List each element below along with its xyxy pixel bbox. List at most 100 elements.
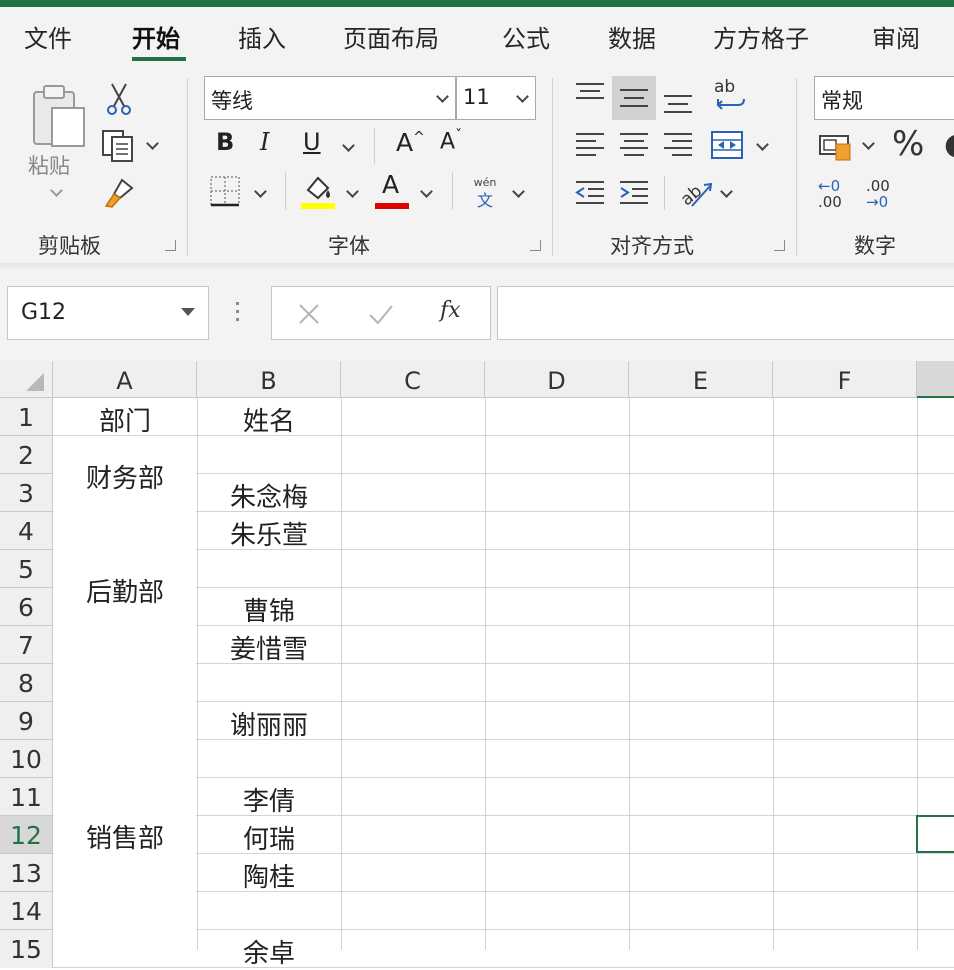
cell-b15[interactable]: 余卓 [197,933,341,970]
copy-button[interactable] [100,128,162,164]
tab-data[interactable]: 数据 [608,19,656,54]
formula-bar-grip-icon[interactable] [236,302,240,324]
align-left-icon[interactable] [574,130,606,160]
shrink-font-button[interactable]: Aˇ [440,128,462,154]
cell-b3[interactable]: 朱念梅 [197,477,341,514]
align-center-icon[interactable] [618,130,650,160]
phonetic-button[interactable]: wén 文 [470,176,500,212]
column-header-g[interactable] [917,361,954,398]
cut-button[interactable] [104,82,134,116]
column-header-e[interactable]: E [629,361,773,398]
font-name-value: 等线 [211,89,253,113]
align-middle-button[interactable] [612,76,656,120]
cell-b12[interactable]: 何瑞 [197,819,341,856]
cell-a1[interactable]: 部门 [53,401,197,438]
merged-cell-a8-a15[interactable] [54,665,196,950]
tab-file[interactable]: 文件 [24,19,72,54]
accounting-format-button[interactable] [816,128,880,164]
formula-input[interactable] [497,286,954,340]
increase-decimal-button[interactable]: ←0 .00 [818,178,858,212]
column-header-b[interactable]: B [197,361,341,398]
row-header-1[interactable]: 1 [0,398,53,436]
tab-home[interactable]: 开始 [132,19,180,54]
insert-function-icon[interactable]: fx [440,298,461,323]
tab-page-layout[interactable]: 页面布局 [343,19,439,54]
cell-b9[interactable]: 谢丽丽 [197,705,341,742]
comma-style-icon[interactable]: ● [944,132,954,162]
column-gridline [341,398,342,950]
row-header-7[interactable]: 7 [0,626,53,664]
format-painter-button[interactable] [102,176,136,210]
cell-a2[interactable]: 财务部 [53,458,197,495]
column-gridline [485,398,486,950]
row-header-11[interactable]: 11 [0,778,53,816]
increase-decimal-top: ←0 [818,177,841,195]
cell-b6[interactable]: 曹锦 [197,591,341,628]
font-color-button[interactable]: A [374,170,410,212]
row-header-3[interactable]: 3 [0,474,53,512]
row-header-4[interactable]: 4 [0,512,53,550]
cell-b1[interactable]: 姓名 [197,401,341,438]
alignment-launcher-icon[interactable] [774,240,785,251]
row-header-8[interactable]: 8 [0,664,53,702]
font-launcher-icon[interactable] [530,240,541,251]
select-all-button[interactable] [0,361,53,398]
borders-button[interactable] [208,174,242,208]
tab-fangfanggezi[interactable]: 方方格子 [713,19,809,54]
row-header-6[interactable]: 6 [0,588,53,626]
cell-b7[interactable]: 姜惜雪 [197,629,341,666]
row-header-5[interactable]: 5 [0,550,53,588]
tab-insert[interactable]: 插入 [238,19,286,54]
column-header-d[interactable]: D [485,361,629,398]
underline-button[interactable]: U [303,128,321,156]
row-header-12[interactable]: 12 [0,816,53,854]
cell-b11[interactable]: 李倩 [197,781,341,818]
cell-a8[interactable]: 销售部 [53,818,197,855]
active-tab-indicator [132,57,186,61]
align-right-icon[interactable] [662,130,694,160]
font-size-dropdown[interactable]: 11 [456,76,536,120]
decrease-indent-icon[interactable] [574,178,606,208]
paste-button[interactable]: 粘贴 [26,82,90,202]
fill-color-button[interactable] [300,172,336,212]
row-header-9[interactable]: 9 [0,702,53,740]
clipboard-launcher-icon[interactable] [165,240,176,251]
enter-check-icon[interactable] [368,303,394,325]
number-format-dropdown[interactable]: 常规 [814,76,954,120]
percent-style-button[interactable]: % [892,124,924,164]
copy-icon [102,130,133,162]
cancel-icon[interactable] [298,303,320,325]
grow-font-button[interactable]: A^ [396,128,425,157]
column-header-c[interactable]: C [341,361,485,398]
increase-indent-icon[interactable] [618,178,650,208]
decrease-decimal-button[interactable]: .00 →0 [866,178,906,212]
tab-review[interactable]: 审阅 [872,19,920,54]
row-header-15[interactable]: 15 [0,930,53,968]
column-gridline [917,398,918,950]
selected-cell-g12[interactable] [916,815,954,853]
orientation-text-button[interactable]: ab [714,79,748,116]
alignment-group-label: 对齐方式 [610,234,694,258]
row-header-14[interactable]: 14 [0,892,53,930]
column-header-f[interactable]: F [773,361,917,398]
cell-b4[interactable]: 朱乐萱 [197,515,341,552]
orientation-button[interactable]: ab [677,176,738,212]
font-color-swatch-icon [375,203,409,209]
row-header-13[interactable]: 13 [0,854,53,892]
cell-a4[interactable]: 后勤部 [53,572,197,609]
merge-center-button[interactable] [710,128,776,164]
cell-b13[interactable]: 陶桂 [197,857,341,894]
worksheet-grid[interactable]: A B C D E F 1 2 3 4 5 6 7 8 9 10 11 12 1… [0,361,954,969]
tab-formulas[interactable]: 公式 [502,19,550,54]
italic-button[interactable]: I [260,128,269,156]
align-bottom-icon[interactable] [662,86,694,116]
name-box[interactable]: G12 [7,286,209,340]
row-header-10[interactable]: 10 [0,740,53,778]
font-name-dropdown[interactable]: 等线 [204,76,456,120]
align-top-icon[interactable] [574,80,606,108]
column-header-a[interactable]: A [53,361,197,398]
bold-button[interactable]: B [216,128,234,156]
paste-chevron-icon [50,184,63,197]
row-header-2[interactable]: 2 [0,436,53,474]
group-divider [552,78,553,256]
